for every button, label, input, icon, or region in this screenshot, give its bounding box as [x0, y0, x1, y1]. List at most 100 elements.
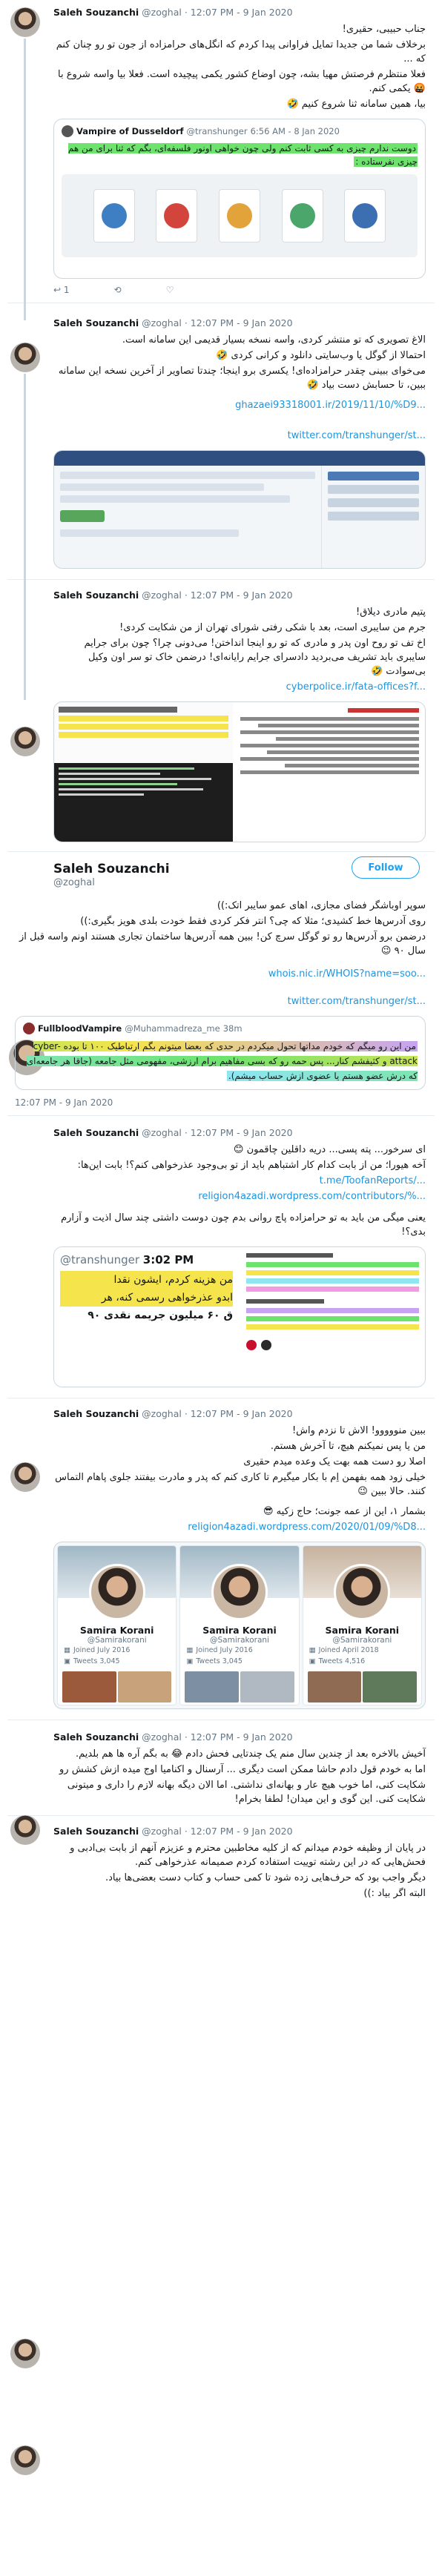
- author-handle[interactable]: @zoghal: [142, 1826, 182, 1837]
- tweet-line: ای سرخور... پته پسی... دریه داقلین چاقمو…: [233, 1144, 426, 1155]
- separator-dot: ·: [184, 7, 188, 18]
- author-handle[interactable]: @zoghal: [142, 1731, 182, 1743]
- tweet-timestamp[interactable]: 12:07 PM - 9 Jan 2020: [191, 1826, 293, 1837]
- highlighted-line: [246, 1270, 419, 1275]
- author-handle[interactable]: @zoghal: [142, 589, 182, 601]
- highlighted-line: [59, 724, 228, 730]
- author-name[interactable]: Saleh Souzanchi: [53, 317, 139, 328]
- tweet-text: جناب حبیبی، حقیری! برخلاف شما من جدیدا ت…: [53, 22, 426, 111]
- media-thumbnails: [180, 1667, 298, 1705]
- tweet-header: Saleh Souzanchi @zoghal · 12:07 PM - 9 J…: [53, 589, 426, 602]
- separator-dot: ·: [184, 1731, 188, 1743]
- envelope-icon: [289, 203, 315, 228]
- tweet-timestamp[interactable]: 12:07 PM - 9 Jan 2020: [191, 589, 293, 601]
- highlighted-line: [59, 732, 228, 738]
- tweet-link[interactable]: twitter.com/transhunger/st...: [53, 994, 426, 1008]
- like-button[interactable]: ♡: [166, 285, 174, 295]
- profile-joined-text: Joined July 2016: [73, 1646, 131, 1654]
- author-name[interactable]: Saleh Souzanchi: [53, 1731, 139, 1743]
- tweet-line: اخ تف تو روح اون پدر و مادری که تو رو ای…: [84, 638, 426, 677]
- quoted-timestamp: 38m: [222, 1023, 243, 1034]
- profile-joined: ▦ Joined July 2016: [180, 1645, 298, 1656]
- attached-image-grid[interactable]: [53, 701, 426, 842]
- highlighted-line: [246, 1262, 419, 1267]
- screenshot-sidebar: [321, 466, 425, 568]
- emoji-icon: [246, 1340, 257, 1350]
- quoted-tweet[interactable]: FullbloodVampire @Muhammadreza_me 38m من…: [15, 1016, 426, 1090]
- tweet-line: برخلاف شما من جدیدا تمایل فراوانی پیدا ک…: [56, 39, 426, 65]
- author-handle[interactable]: @zoghal: [142, 1408, 182, 1419]
- profile-handle: @Samirakorani: [210, 1636, 269, 1645]
- author-handle[interactable]: @zoghal: [142, 7, 182, 18]
- tweet: Saleh Souzanchi @zoghal · 12:07 PM - 9 J…: [7, 580, 435, 842]
- avatar[interactable]: [10, 2339, 40, 2368]
- tweet-line: می‌خوای ببینی چقدر حرامزاده‌ای! یکسری بر…: [58, 366, 426, 391]
- reply-icon: ↩: [53, 285, 62, 295]
- app-tile: [344, 189, 386, 242]
- tweet-text: در پایان از وظیفه خودم میدانم که از کلیه…: [53, 1841, 426, 1900]
- quoted-avatar: [23, 1023, 35, 1034]
- author-handle[interactable]: @zoghal: [53, 877, 426, 888]
- thumbnail: [62, 1671, 116, 1703]
- tweet-link[interactable]: whois.nic.ir/WHOIS?name=soo...: [53, 967, 426, 981]
- thumbnail: [363, 1671, 417, 1703]
- tweet-line: آخه هیورا؛ من از بابت کدام کار اشتباهم ب…: [77, 1160, 426, 1171]
- terminal-line: [59, 767, 195, 770]
- tweet-line: ببین منووووو! الاش تا نزدم واش!: [291, 1425, 426, 1436]
- tweet-link[interactable]: religion4azadi.wordpress.com/contributor…: [53, 1189, 426, 1203]
- quoted-tweet-header: Vampire of Dusseldorf @transhunger 6:56 …: [62, 125, 418, 137]
- highlighted-line: [59, 716, 228, 721]
- tweet-link[interactable]: twitter.com/transhunger/st...: [53, 429, 426, 443]
- avatar[interactable]: [10, 2445, 40, 2475]
- tweet-line: یعنی میگی من باید به تو حرامزاده پاچ روا…: [61, 1212, 426, 1238]
- tweet-link[interactable]: cyberpolice.ir/fata-offices?f...: [53, 680, 426, 694]
- tweet-line: دیگر واجب بود که حرف‌هایی زده شود تا کمی…: [105, 1872, 426, 1883]
- tweet-timestamp[interactable]: 12:07 PM - 9 Jan 2020: [191, 1408, 293, 1419]
- terminal-line: [59, 787, 203, 790]
- text-line: [240, 744, 419, 747]
- screenshot-line: من هزینه کردم، ایشون نقدا: [60, 1271, 233, 1289]
- author-handle[interactable]: @zoghal: [142, 1127, 182, 1138]
- attached-image[interactable]: [53, 450, 426, 569]
- author-handle[interactable]: @zoghal: [142, 317, 182, 328]
- tweet-line: احتمالا از گوگل یا وب‌سایتی دانلود و کرا…: [216, 350, 426, 361]
- menu-item: [328, 472, 419, 480]
- author-name[interactable]: Saleh Souzanchi: [53, 7, 139, 18]
- quoted-timestamp: 6:56 AM - 8 Jan 2020: [250, 126, 340, 136]
- quoted-text-highlight: من این رو میگم که خودم مداتها تحول میکرد…: [26, 1041, 418, 1081]
- tweet-timestamp[interactable]: 12:07 PM - 9 Jan 2020: [191, 1731, 293, 1743]
- tweet-line: فعلا منتظرم فرصتش مهیا بشه، چون اوضاع کش…: [57, 69, 426, 94]
- highlighted-line: [246, 1308, 419, 1313]
- photo-icon: ▣: [309, 1657, 316, 1665]
- tweet-link[interactable]: ghazaei93318001.ir/2019/11/10/%D9...: [53, 398, 426, 412]
- terminal-line: [59, 772, 161, 775]
- tweet-timestamp[interactable]: 12:07 PM - 9 Jan 2020: [191, 1127, 293, 1138]
- profile-name: Samira Korani: [202, 1625, 277, 1636]
- author-name[interactable]: Saleh Souzanchi: [53, 1127, 139, 1138]
- reaction-row: [246, 1340, 419, 1350]
- follow-button[interactable]: Follow: [352, 856, 420, 879]
- media-thumbnails: [58, 1667, 176, 1705]
- tweet-header: Saleh Souzanchi @zoghal · 12:07 PM - 9 J…: [53, 1407, 426, 1421]
- app-tile: [93, 189, 135, 242]
- quoted-author-name: Vampire of Dusseldorf: [76, 126, 184, 136]
- attached-image-pair[interactable]: @transhunger 3:02 PM من هزینه کردم، ایشو…: [53, 1246, 426, 1387]
- tweet-line: پتیم مادر‌ی دیلاق!: [355, 607, 426, 618]
- quoted-tweet[interactable]: Vampire of Dusseldorf @transhunger 6:56 …: [53, 119, 426, 279]
- text-line: [246, 1299, 324, 1304]
- tweet-timestamp[interactable]: 12:07 PM - 9 Jan 2020: [15, 1097, 426, 1108]
- retweet-button[interactable]: ⟲: [114, 285, 122, 295]
- quoted-screenshot: [54, 702, 233, 762]
- tweet-timestamp[interactable]: 12:07 PM - 9 Jan 2020: [191, 317, 293, 328]
- author-name[interactable]: Saleh Souzanchi: [53, 1408, 139, 1419]
- author-name[interactable]: Saleh Souzanchi: [53, 589, 139, 601]
- reply-button[interactable]: ↩ 1: [53, 285, 70, 295]
- tweet-link[interactable]: religion4azadi.wordpress.com/2020/01/09/…: [53, 1520, 426, 1534]
- media-thumbnails: [303, 1667, 421, 1705]
- attached-profile-cards[interactable]: Samira Korani @Samirakorani ▦ Joined July…: [53, 1542, 426, 1709]
- user-icon: [352, 203, 378, 228]
- tweet-link[interactable]: t.me/ToofanReports/...: [53, 1174, 426, 1188]
- tweet-timestamp[interactable]: 12:07 PM - 9 Jan 2020: [191, 7, 293, 18]
- tweet-header: Saleh Souzanchi @zoghal · 12:07 PM - 9 J…: [53, 1126, 426, 1140]
- author-name[interactable]: Saleh Souzanchi: [53, 1826, 139, 1837]
